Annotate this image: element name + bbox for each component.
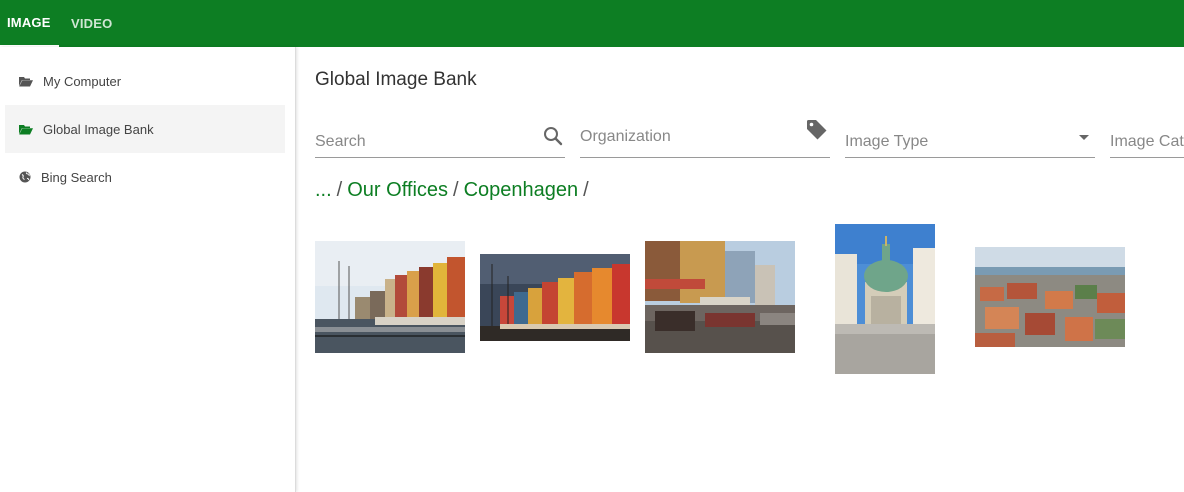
main-content: Global Image Bank Search Organization Im… bbox=[296, 47, 1184, 492]
chevron-down-icon bbox=[1079, 127, 1089, 145]
globe-icon bbox=[19, 171, 31, 183]
search-input[interactable]: Search bbox=[315, 122, 565, 158]
search-icon[interactable] bbox=[543, 126, 563, 151]
breadcrumb-separator: / bbox=[453, 179, 459, 201]
sidebar-item-label: Bing Search bbox=[41, 169, 112, 185]
tab-video[interactable]: VIDEO bbox=[59, 0, 119, 47]
page-title: Global Image Bank bbox=[315, 69, 477, 90]
sidebar-item-global-image-bank[interactable]: Global Image Bank bbox=[5, 105, 285, 153]
image-category-select[interactable]: Image Cat bbox=[1110, 122, 1184, 158]
breadcrumb: ... / Our Offices / Copenhagen / bbox=[315, 179, 594, 202]
sidebar-item-my-computer[interactable]: My Computer bbox=[5, 57, 285, 105]
sidebar-item-label: My Computer bbox=[43, 73, 122, 89]
breadcrumb-our-offices[interactable]: Our Offices bbox=[347, 179, 448, 201]
sidebar-item-bing-search[interactable]: Bing Search bbox=[5, 153, 285, 201]
folder-open-icon bbox=[19, 123, 33, 135]
tag-icon[interactable] bbox=[806, 119, 828, 146]
organization-field[interactable]: Organization bbox=[580, 119, 830, 158]
sidebar: My Computer Global Image Bank Bing Searc… bbox=[0, 47, 296, 492]
image-thumbnail[interactable] bbox=[480, 254, 630, 341]
sidebar-item-label: Global Image Bank bbox=[43, 121, 154, 137]
breadcrumb-separator: / bbox=[336, 179, 343, 201]
image-thumbnail[interactable] bbox=[315, 241, 465, 353]
breadcrumb-copenhagen[interactable]: Copenhagen bbox=[464, 179, 579, 201]
image-thumbnail[interactable] bbox=[645, 241, 795, 353]
breadcrumb-root[interactable]: ... bbox=[315, 179, 332, 201]
image-type-select[interactable]: Image Type bbox=[845, 122, 1095, 158]
breadcrumb-separator: / bbox=[583, 179, 589, 201]
top-nav-bar: IMAGE VIDEO bbox=[0, 0, 1184, 47]
tab-image[interactable]: IMAGE bbox=[0, 0, 59, 47]
image-thumbnail[interactable] bbox=[975, 247, 1125, 347]
folder-open-icon bbox=[19, 75, 33, 87]
image-thumbnail[interactable] bbox=[835, 224, 935, 374]
